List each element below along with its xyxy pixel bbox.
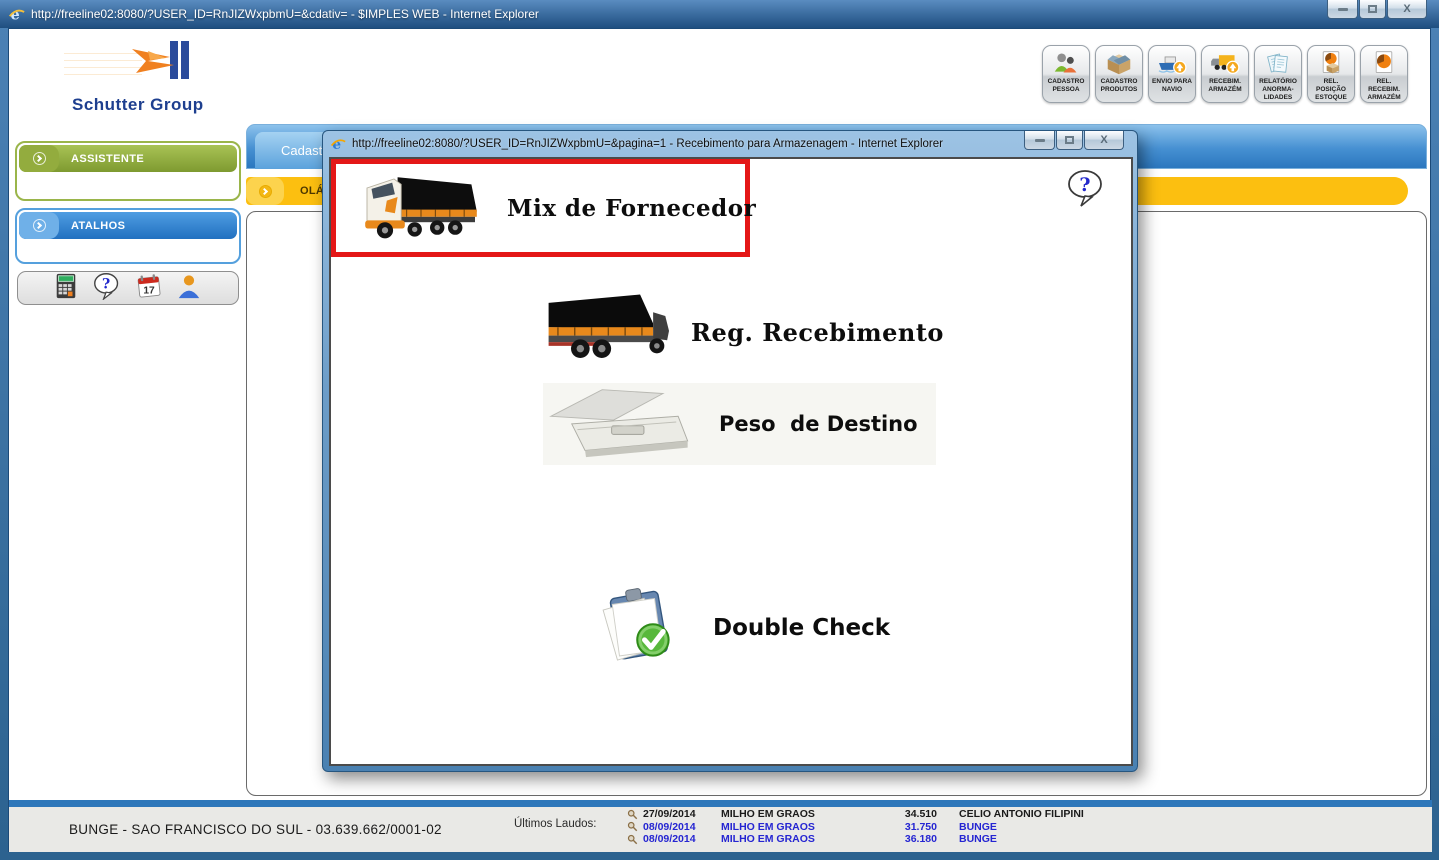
- help-bubble-icon[interactable]: ?: [1065, 169, 1107, 212]
- menu-item-mix-de-fornecedor[interactable]: Mix de Fornecedor: [331, 159, 750, 257]
- toolbar-button-envio-para-navio[interactable]: ENVIO PARA NAVIO: [1148, 45, 1196, 103]
- laudo-row: 27/09/2014 MILHO EM GRAOS 34.510 CELIO A…: [621, 808, 1181, 821]
- laudo-date: 08/09/2014: [643, 833, 721, 845]
- modal-minimize-button[interactable]: [1024, 131, 1055, 150]
- ship-upload-icon: [1156, 49, 1188, 77]
- menu-item-peso-de-destino[interactable]: Peso de Destino: [543, 383, 936, 465]
- laudo-name: CELIO ANTONIO FILIPINI: [941, 808, 1181, 820]
- close-icon: X: [1100, 134, 1107, 146]
- people-icon: [1051, 49, 1081, 77]
- toolbar: CADASTRO PESSOA CADASTRO PRODUTOS: [1042, 45, 1408, 103]
- minimize-icon: [1035, 139, 1045, 142]
- pie-report-icon: [1370, 49, 1398, 77]
- magnifier-icon[interactable]: [621, 821, 643, 832]
- menu-item-label: Peso de Destino: [719, 412, 918, 436]
- atalhos-header[interactable]: ATALHOS: [19, 212, 237, 239]
- company-label: BUNGE - SAO FRANCISCO DO SUL - 03.639.66…: [69, 822, 442, 837]
- schutter-logo: Schutter Group: [64, 39, 234, 134]
- toolbar-button-cadastro-pessoa[interactable]: CADASTRO PESSOA: [1042, 45, 1090, 103]
- ie-icon: e: [8, 6, 25, 23]
- modal-window: e http://freeline02:8080/?USER_ID=RnJIZW…: [322, 130, 1138, 772]
- truck-cab-icon: [358, 164, 493, 253]
- logo-arrow-icon: [126, 39, 190, 87]
- svg-text:?: ?: [102, 276, 110, 292]
- main-window-title: http://freeline02:8080/?USER_ID=RnJIZWxp…: [31, 7, 539, 21]
- assistente-chevron: [19, 145, 59, 172]
- modal-content: ?: [329, 157, 1133, 766]
- laudo-value: 34.510: [879, 808, 941, 820]
- modal-window-controls: X: [1023, 131, 1124, 150]
- close-icon: X: [1403, 3, 1410, 15]
- toolbar-button-rel-posicao-estoque[interactable]: REL. POSIÇÃO ESTOQUE: [1307, 45, 1355, 103]
- toolbar-button-recebim-armazem[interactable]: RECEBIM. ARMAZÉM: [1201, 45, 1249, 103]
- logo-text: Schutter Group: [72, 95, 204, 115]
- atalhos-panel: ATALHOS: [15, 208, 241, 264]
- laudo-date: 27/09/2014: [643, 808, 721, 820]
- atalhos-chevron: [19, 212, 59, 239]
- user-icon[interactable]: [176, 273, 202, 304]
- clipboard-check-icon: [593, 587, 685, 670]
- welcome-banner-tab: [246, 177, 284, 205]
- pie-box-report-icon: [1317, 49, 1345, 77]
- minimize-button[interactable]: [1327, 0, 1358, 19]
- maximize-button[interactable]: [1359, 0, 1386, 19]
- minimize-icon: [1338, 8, 1348, 11]
- atalhos-label: ATALHOS: [71, 220, 125, 232]
- quick-iconbar: ? 17 17: [17, 271, 239, 305]
- open-box-icon: [1104, 49, 1134, 77]
- magnifier-icon[interactable]: [621, 834, 643, 845]
- toolbar-button-relatorio-anormalidades[interactable]: RELATÓRIO ANORMA- LIDADES: [1254, 45, 1302, 103]
- laudo-product: MILHO EM GRAOS: [721, 833, 879, 845]
- menu-item-double-check[interactable]: Double Check: [593, 589, 890, 667]
- toolbar-button-rel-recebim-armazem[interactable]: REL. RECEBIM. ARMAZÉM: [1360, 45, 1408, 103]
- status-divider-bar: [9, 800, 1432, 807]
- laudo-date: 08/09/2014: [643, 821, 721, 833]
- menu-item-label: Double Check: [713, 615, 890, 641]
- laudo-product: MILHO EM GRAOS: [721, 808, 879, 820]
- truck-upload-icon: [1209, 49, 1241, 77]
- toolbar-button-cadastro-produtos[interactable]: CADASTRO PRODUTOS: [1095, 45, 1143, 103]
- laudo-product: MILHO EM GRAOS: [721, 821, 879, 833]
- laudo-row: 08/09/2014 MILHO EM GRAOS 36.180 BUNGE: [621, 833, 1181, 846]
- statusbar: BUNGE - SAO FRANCISCO DO SUL - 03.639.66…: [9, 807, 1432, 852]
- assistente-label: ASSISTENTE: [71, 153, 144, 165]
- main-window-controls: X: [1326, 0, 1427, 19]
- help-bubble-icon[interactable]: ?: [92, 272, 122, 305]
- scale-icon: [543, 384, 705, 465]
- laudo-name: BUNGE: [941, 833, 1181, 845]
- modal-titlebar[interactable]: e http://freeline02:8080/?USER_ID=RnJIZW…: [323, 131, 1137, 157]
- main-titlebar[interactable]: e http://freeline02:8080/?USER_ID=RnJIZW…: [0, 0, 1439, 28]
- maximize-icon: [1065, 136, 1074, 144]
- menu-item-label: Mix de Fornecedor: [507, 195, 756, 222]
- modal-close-button[interactable]: X: [1084, 131, 1124, 150]
- laudo-name: BUNGE: [941, 821, 1181, 833]
- svg-text:?: ?: [1079, 174, 1090, 196]
- laudos-table: 27/09/2014 MILHO EM GRAOS 34.510 CELIO A…: [621, 808, 1181, 846]
- svg-text:17: 17: [143, 285, 155, 296]
- calendar-icon[interactable]: 17 17: [136, 273, 162, 304]
- laudo-value: 31.750: [879, 821, 941, 833]
- laudo-value: 36.180: [879, 833, 941, 845]
- assistente-panel: ASSISTENTE: [15, 141, 241, 201]
- magnifier-icon[interactable]: [621, 809, 643, 820]
- menu-item-label: Reg. Recebimento: [691, 318, 944, 347]
- maximize-icon: [1368, 5, 1377, 13]
- documents-icon: [1264, 49, 1292, 77]
- assistente-header[interactable]: ASSISTENTE: [19, 145, 237, 172]
- menu-item-reg-recebimento[interactable]: Reg. Recebimento: [543, 291, 944, 373]
- modal-window-title: http://freeline02:8080/?USER_ID=RnJIZWxp…: [352, 138, 943, 150]
- ie-icon: e: [330, 136, 346, 152]
- close-button[interactable]: X: [1387, 0, 1427, 19]
- modal-maximize-button[interactable]: [1056, 131, 1083, 150]
- truck-trailer-icon: [543, 291, 683, 374]
- browser-window: e http://freeline02:8080/?USER_ID=RnJIZW…: [0, 0, 1439, 860]
- laudos-label: Últimos Laudos:: [514, 818, 596, 830]
- laudo-row: 08/09/2014 MILHO EM GRAOS 31.750 BUNGE: [621, 821, 1181, 834]
- calculator-icon[interactable]: [54, 273, 78, 304]
